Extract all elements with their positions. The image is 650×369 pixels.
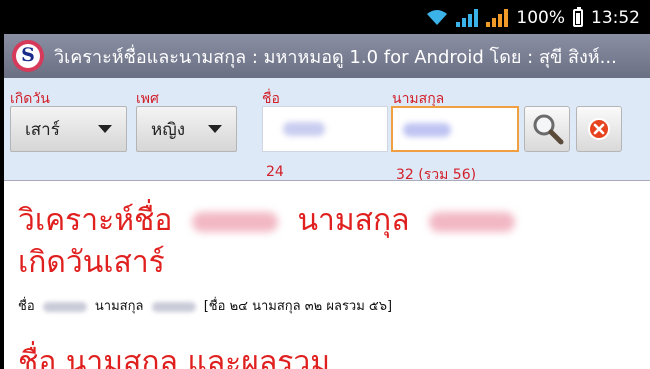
clear-button[interactable] xyxy=(576,106,622,152)
summary-scores: [ชื่อ ๒๔ นามสกุล ๓๒ ผลรวม ๕๖] xyxy=(203,299,393,314)
summary-name-label: ชื่อ xyxy=(18,299,35,314)
dropdown-arrow-icon xyxy=(98,125,112,133)
gender-value: หญิง xyxy=(151,119,185,140)
app-title: วิเคราะห์ชื่อและนามสกุล : มหาหมอดู 1.0 f… xyxy=(54,46,617,68)
dropdown-arrow-icon xyxy=(208,125,222,133)
app-logo-icon: S xyxy=(12,40,44,72)
summary-surname-label: นามสกุล xyxy=(94,299,144,314)
result-summary-line: ชื่อ นามสกุล [ชื่อ ๒๔ นามสกุล ๓๒ ผลรวม ๕… xyxy=(18,295,392,316)
result-heading: วิเคราะห์ชื่อ นามสกุล xyxy=(18,197,516,244)
heading-surname: นามสกุล xyxy=(297,203,410,238)
redacted-firstname xyxy=(191,211,278,232)
gender-dropdown[interactable]: หญิง xyxy=(136,106,237,152)
search-button[interactable] xyxy=(524,106,570,152)
battery-icon xyxy=(573,7,583,27)
lastname-input[interactable] xyxy=(391,106,519,152)
signal-icon xyxy=(456,9,479,27)
wifi-icon xyxy=(427,10,448,25)
redacted-lastname-small xyxy=(151,301,196,312)
close-icon xyxy=(588,118,610,140)
signal-icon-secondary xyxy=(486,9,509,27)
redacted-firstname-small xyxy=(42,301,87,312)
clock: 13:52 xyxy=(591,8,640,28)
birthday-dropdown[interactable]: เสาร์ xyxy=(10,106,127,152)
result-panel: วิเคราะห์ชื่อ นามสกุล เกิดวันเสาร์ ชื่อ … xyxy=(4,180,650,369)
search-icon xyxy=(533,114,564,145)
heading-analyze: วิเคราะห์ชื่อ xyxy=(18,203,173,238)
title-bar: S วิเคราะห์ชื่อและนามสกุล : มหาหมอดู 1.0… xyxy=(4,34,650,78)
app-window: 100% 13:52 S วิเคราะห์ชื่อและนามสกุล : ม… xyxy=(0,0,650,369)
birthday-value: เสาร์ xyxy=(25,119,60,140)
status-bar: 100% 13:52 xyxy=(4,4,650,34)
result-section-heading: ชื่อ นามสกุล และผลรวม xyxy=(18,345,330,369)
redacted-lastname xyxy=(429,211,516,232)
battery-percent: 100% xyxy=(516,8,565,28)
firstname-input[interactable] xyxy=(262,106,388,152)
input-panel: เกิดวัน เสาร์ เพศ หญิง ชื่อ นามสกุล 24 3… xyxy=(4,78,650,183)
result-day-heading: เกิดวันเสาร์ xyxy=(18,245,165,280)
firstname-score: 24 xyxy=(266,164,284,180)
